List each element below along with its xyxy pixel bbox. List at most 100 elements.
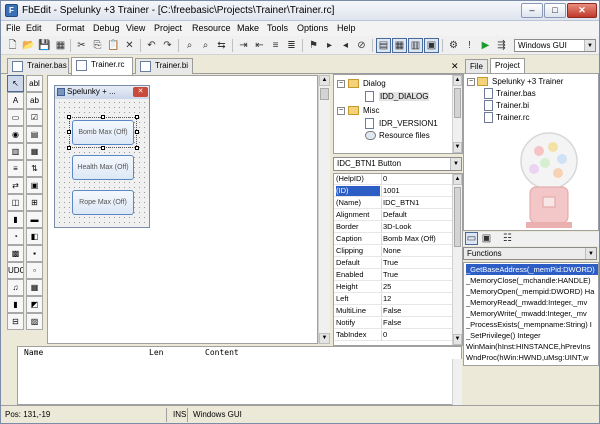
scroll-down-icon[interactable]: ▼ xyxy=(453,142,462,153)
resize-handle[interactable] xyxy=(67,130,71,134)
menu-view[interactable]: View xyxy=(126,23,145,33)
property-value[interactable]: Default xyxy=(383,210,452,220)
properties-scrollbar[interactable]: ▲ ▼ xyxy=(452,174,462,345)
scroll-thumb[interactable] xyxy=(320,88,329,100)
tool-label-icon[interactable]: A xyxy=(7,92,24,109)
output-scrollbar[interactable] xyxy=(452,359,462,405)
copy-icon[interactable]: ⎘ xyxy=(90,38,105,53)
tool-scrollbar-v-icon[interactable]: ⇅ xyxy=(26,160,43,177)
tree-node-idd-dialog[interactable]: IDD_DIALOG xyxy=(379,92,430,101)
outdent-icon[interactable]: ⇤ xyxy=(252,38,267,53)
menu-format[interactable]: Format xyxy=(56,23,85,33)
view-details-icon[interactable]: ▣ xyxy=(480,232,493,245)
property-row[interactable]: TabIndex 0 xyxy=(334,330,452,341)
view-toolbox-icon[interactable]: ▣ xyxy=(424,38,439,53)
tree-node-misc[interactable]: Misc xyxy=(363,106,379,115)
project-file-trainer-bas[interactable]: Trainer.bas xyxy=(496,89,536,98)
view-project-icon[interactable]: ▦ xyxy=(392,38,407,53)
minimize-button[interactable]: – xyxy=(521,3,543,18)
property-value[interactable]: True xyxy=(383,258,452,268)
function-item[interactable]: _ProcessExists(_mempname:String) I xyxy=(466,319,598,330)
build-type-select[interactable]: Windows GUI ▼ xyxy=(514,39,596,52)
collapse-icon[interactable]: − xyxy=(467,78,475,86)
tool-progress-icon[interactable]: ▬ xyxy=(26,211,43,228)
property-value[interactable]: 1001 xyxy=(383,186,452,196)
property-value[interactable]: 3D-Look xyxy=(383,222,452,232)
tool-media-icon[interactable]: ♫ xyxy=(7,279,24,296)
property-object-select[interactable]: IDC_BTN1 Button ▼ xyxy=(333,157,462,171)
bomb-max-button[interactable]: Bomb Max (Off) xyxy=(72,120,134,145)
replace-icon[interactable]: ⇆ xyxy=(214,38,229,53)
property-row[interactable]: MultiLine False xyxy=(334,306,452,317)
function-item[interactable]: _SetPrivilege() Integer xyxy=(466,330,598,341)
redo-icon[interactable]: ↷ xyxy=(160,38,175,53)
function-item[interactable]: _MemoryClose(_mchandle:HANDLE) xyxy=(466,275,598,286)
collapse-icon[interactable]: − xyxy=(337,107,345,115)
column-name[interactable]: Name xyxy=(24,347,43,359)
tool-rebar-icon[interactable]: ◩ xyxy=(26,296,43,313)
tree-node-dialog[interactable]: Dialog xyxy=(363,79,386,88)
tool-pointer-icon[interactable]: ↖ xyxy=(7,75,24,92)
tool-animate-icon[interactable]: ◔ xyxy=(7,228,24,245)
build-icon[interactable]: ! xyxy=(462,38,477,53)
find-next-icon[interactable]: ⌕ xyxy=(198,38,213,53)
tool-statusbar-icon[interactable]: ▨ xyxy=(26,313,43,330)
compile-icon[interactable]: ⚙ xyxy=(446,38,461,53)
function-item[interactable]: _MemoryOpen(_mempid:DWORD) Ha xyxy=(466,286,598,297)
close-button[interactable]: ✕ xyxy=(567,3,597,18)
tool-listbox-icon[interactable]: ▤ xyxy=(26,126,43,143)
property-value[interactable]: Bomb Max (Off) xyxy=(383,234,452,244)
resize-handle[interactable] xyxy=(135,115,139,119)
tool-richedit-icon[interactable]: ◧ xyxy=(26,228,43,245)
property-row[interactable]: Left 12 xyxy=(334,294,452,305)
function-item[interactable]: _MemoryRead(_mwadd:Integer,_mv xyxy=(466,297,598,308)
tab-trainer-bas[interactable]: Trainer.bas xyxy=(7,58,69,74)
property-row[interactable]: Default True xyxy=(334,258,452,269)
health-max-button[interactable]: Health Max (Off) xyxy=(72,155,134,180)
project-file-trainer-rc[interactable]: Trainer.rc xyxy=(496,113,530,122)
property-value[interactable]: 12 xyxy=(383,294,452,304)
property-value[interactable]: None xyxy=(383,246,452,256)
title-bar[interactable]: F FbEdit - Spelunky +3 Trainer - [C:\fre… xyxy=(1,1,599,21)
property-row[interactable]: Notify False xyxy=(334,318,452,329)
dialog-client-area[interactable]: Bomb Max (Off) Health Max (Off) Rope Max… xyxy=(57,100,147,226)
property-value[interactable]: False xyxy=(383,306,452,316)
tool-grid-icon[interactable]: ▦ xyxy=(26,143,43,160)
tool-radio-icon[interactable]: ◉ xyxy=(7,126,24,143)
resize-handle[interactable] xyxy=(101,115,105,119)
run-icon[interactable]: ▶ xyxy=(478,38,493,53)
comment-icon[interactable]: ≡ xyxy=(268,38,283,53)
property-value[interactable]: IDC_BTN1 xyxy=(383,198,452,208)
resize-handle[interactable] xyxy=(67,146,71,150)
function-item[interactable]: _GetBaseAddress(_memPid:DWORD) xyxy=(466,264,598,275)
property-row[interactable]: Alignment Default xyxy=(334,210,452,221)
tool-edit-icon[interactable]: ab xyxy=(26,92,43,109)
property-value[interactable]: 0 xyxy=(383,174,452,184)
prev-bookmark-icon[interactable]: ◂ xyxy=(338,38,353,53)
tool-header-icon[interactable]: ⊟ xyxy=(7,313,24,330)
function-item[interactable]: WinMain(hInst:HINSTANCE,hPrevIns xyxy=(466,341,598,352)
scroll-down-icon[interactable]: ▼ xyxy=(319,333,330,344)
resize-handle[interactable] xyxy=(135,146,139,150)
find-icon[interactable]: ⌕ xyxy=(182,38,197,53)
property-value[interactable]: 0 xyxy=(383,330,452,340)
tool-udc-icon[interactable]: UDC xyxy=(7,262,24,279)
property-row[interactable]: (ID) 1001 xyxy=(334,186,452,197)
function-item[interactable]: WndProc(hWin:HWND,uMsg:UINT,w xyxy=(466,352,598,363)
column-len[interactable]: Len xyxy=(149,347,163,359)
cut-icon[interactable]: ✂ xyxy=(74,38,89,53)
tree-node-resource-files[interactable]: Resource files xyxy=(379,131,430,140)
project-root[interactable]: Spelunky +3 Trainer xyxy=(492,77,563,86)
property-value[interactable]: 25 xyxy=(383,282,452,292)
property-row[interactable]: Caption Bomb Max (Off) xyxy=(334,234,452,245)
tool-updown-icon[interactable]: ▩ xyxy=(7,245,24,262)
tab-trainer-rc[interactable]: Trainer.rc xyxy=(71,57,133,75)
open-file-icon[interactable]: 📂 xyxy=(21,38,36,53)
property-row[interactable]: Border 3D-Look xyxy=(334,222,452,233)
maximize-button[interactable]: □ xyxy=(544,3,566,18)
menu-make[interactable]: Make xyxy=(237,23,259,33)
clear-bookmarks-icon[interactable]: ⊘ xyxy=(354,38,369,53)
tool-static-text-icon[interactable]: abl xyxy=(26,75,43,92)
view-properties-icon[interactable]: ▥ xyxy=(408,38,423,53)
resize-handle[interactable] xyxy=(67,115,71,119)
